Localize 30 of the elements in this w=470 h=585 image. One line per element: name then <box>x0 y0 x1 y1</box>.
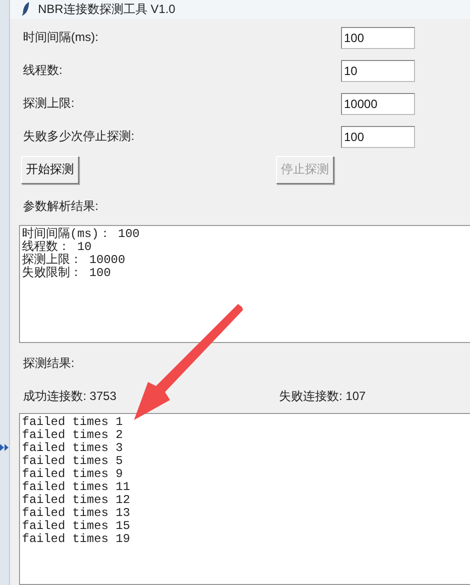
section-label: 探测结果: <box>23 356 74 370</box>
log-line: failed times 12 <box>22 494 132 507</box>
field-label: 失败多少次停止探测: <box>23 128 136 146</box>
log-line: failed times 2 <box>22 428 124 442</box>
log-line: failed times 13 <box>22 506 132 520</box>
log-line: failed times 3 <box>22 442 124 455</box>
feather-icon <box>22 2 30 16</box>
field-label: 线程数: <box>23 62 64 80</box>
input-field[interactable]: 10000 <box>341 92 415 115</box>
success-count: 成功连接数: 3753 <box>23 388 118 405</box>
log-line: failed times 9 <box>22 468 124 481</box>
log-line: failed times 1 <box>22 416 124 429</box>
output-line: 探测上限： 10000 <box>22 254 126 267</box>
input-field[interactable]: 100 <box>341 126 415 148</box>
log-line: failed times 5 <box>22 454 124 468</box>
fast-forward-icon <box>0 444 9 451</box>
field-label: 探测上限: <box>23 95 76 112</box>
output-line: 线程数： 10 <box>22 240 93 254</box>
window-title: NBR连接数探测工具 V1.0 <box>38 0 176 18</box>
output-line: 时间间隔(ms)： 100 <box>22 228 141 241</box>
field-label: 时间间隔(ms): <box>23 29 100 46</box>
failed-count: 失败连接数: 107 <box>279 388 366 405</box>
input-field[interactable]: 10 <box>341 60 415 82</box>
section-label: 参数解析结果: <box>23 198 98 213</box>
log-line: failed times 11 <box>22 480 132 494</box>
log-line: failed times 15 <box>22 520 132 533</box>
output-line: 失败限制： 100 <box>22 266 112 280</box>
input-field[interactable]: 100 <box>341 26 415 49</box>
log-line: failed times 19 <box>22 532 132 546</box>
start-button[interactable]: 开始探测 <box>21 156 79 184</box>
